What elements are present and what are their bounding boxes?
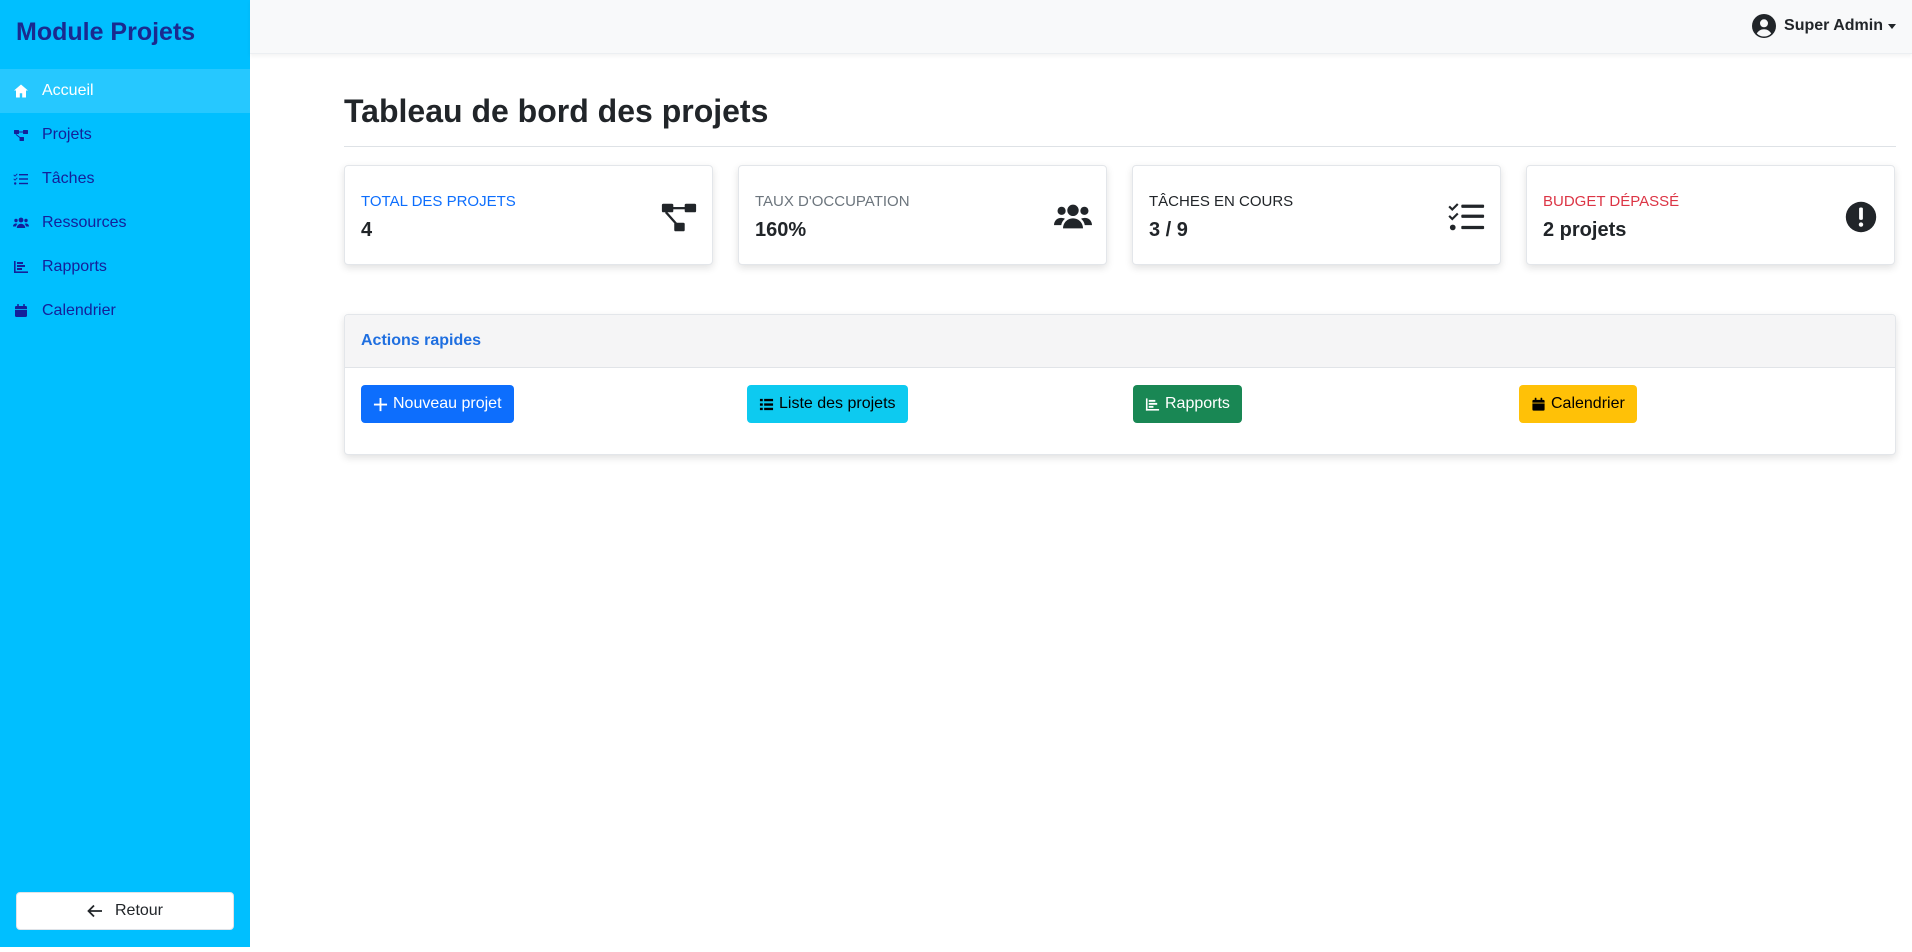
button-label: Rapports [1165,395,1230,412]
sidebar-item-label: Rapports [42,258,107,275]
button-label: Liste des projets [779,395,896,412]
back-button[interactable]: Retour [16,892,234,930]
calendar-icon [12,302,30,320]
button-label: Calendrier [1551,395,1625,412]
reports-button[interactable]: Rapports [1133,385,1242,423]
sidebar-item-taches[interactable]: Tâches [0,157,250,201]
list-icon [759,398,774,410]
chart-bar-icon [12,258,30,276]
project-diagram-icon [660,198,698,236]
calendar-icon [1532,397,1545,411]
stat-card-value: 4 [361,219,373,241]
tasks-icon [1448,198,1486,236]
quick-actions-title: Actions rapides [345,315,1895,368]
brand-title: Module Projets [16,18,196,46]
button-label: Nouveau projet [393,395,502,412]
sidebar-item-label: Tâches [42,170,95,187]
sidebar-item-label: Projets [42,126,92,143]
stat-card-label: TÂCHES EN COURS [1149,193,1294,210]
chart-bar-icon [1145,397,1160,411]
arrow-left-icon [87,904,102,918]
user-menu-dropdown[interactable]: Super Admin [1752,14,1896,38]
page-title: Tableau de bord des projets [344,93,769,129]
stat-card-label: TAUX D'OCCUPATION [755,193,910,210]
stat-card-label: TOTAL DES PROJETS [361,193,516,210]
new-project-button[interactable]: Nouveau projet [361,385,514,423]
users-icon [1054,198,1092,236]
plus-icon [373,397,388,411]
exclamation-circle-icon [1842,198,1880,236]
stat-card-budget-depasse: BUDGET DÉPASSÉ 2 projets [1526,165,1895,265]
sidebar-item-label: Calendrier [42,302,116,319]
project-diagram-icon [12,126,30,144]
calendar-button[interactable]: Calendrier [1519,385,1637,423]
tasks-icon [12,170,30,188]
sidebar-item-calendrier[interactable]: Calendrier [0,289,250,333]
quick-actions-panel: Actions rapides Nouveau projet Liste des… [344,314,1896,455]
stat-card-label: BUDGET DÉPASSÉ [1543,193,1680,210]
sidebar-item-projets[interactable]: Projets [0,113,250,157]
stat-card-taux-occupation: TAUX D'OCCUPATION 160% [738,165,1107,265]
top-navbar: Super Admin [250,0,1912,54]
caret-down-icon [1888,23,1896,29]
sidebar-item-ressources[interactable]: Ressources [0,201,250,245]
sidebar: Module Projets Accueil Projets Tâches Re… [0,0,250,947]
home-icon [12,82,30,100]
users-icon [12,214,30,232]
user-name: Super Admin [1784,17,1883,34]
stat-card-taches-en-cours: TÂCHES EN COURS 3 / 9 [1132,165,1501,265]
title-divider [344,146,1896,147]
sidebar-item-label: Accueil [42,82,94,99]
stat-card-value: 2 projets [1543,219,1627,241]
sidebar-nav: Accueil Projets Tâches Ressources Rappor… [0,69,250,333]
user-circle-icon [1752,14,1777,38]
stat-card-total-projets: TOTAL DES PROJETS 4 [344,165,713,265]
stat-card-value: 3 / 9 [1149,219,1188,241]
back-button-label: Retour [114,902,164,919]
sidebar-item-rapports[interactable]: Rapports [0,245,250,289]
sidebar-item-label: Ressources [42,214,127,231]
stat-card-value: 160% [755,219,807,241]
sidebar-item-accueil[interactable]: Accueil [0,69,250,113]
project-list-button[interactable]: Liste des projets [747,385,908,423]
